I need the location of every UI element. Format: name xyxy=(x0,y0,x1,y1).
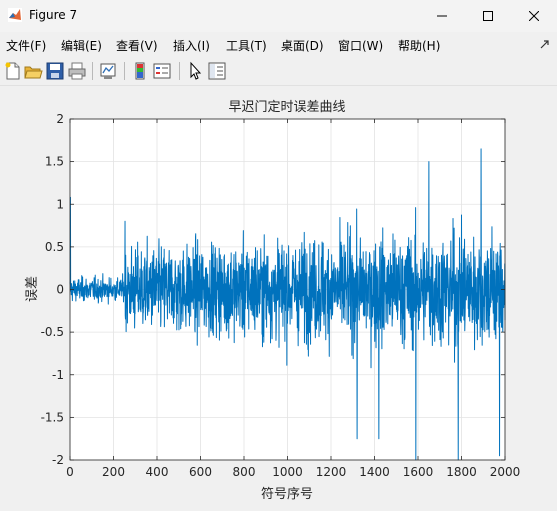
menu-tools[interactable]: 工具(T) xyxy=(226,37,267,54)
property-editor-icon[interactable] xyxy=(207,61,227,81)
maximize-icon xyxy=(483,11,493,21)
toolbar-separator xyxy=(179,62,180,80)
minimize-icon xyxy=(437,15,447,17)
y-tick-label: 2 xyxy=(56,112,64,126)
y-axis-label: 误差 xyxy=(25,276,40,302)
x-tick-label: 1400 xyxy=(359,465,390,479)
x-tick-label: 1000 xyxy=(272,465,303,479)
menu-desktop[interactable]: 桌面(D) xyxy=(281,37,324,54)
x-tick-label: 400 xyxy=(146,465,169,479)
x-tick-label: 600 xyxy=(189,465,212,479)
x-tick-labels: 0 200 400 600 800 1000 1200 1400 1600 1800 2000 xyxy=(66,465,520,479)
y-tick-label: -1 xyxy=(52,368,64,382)
chart-title: 早迟门定时误差曲线 xyxy=(228,100,345,115)
maximize-button[interactable] xyxy=(465,0,511,32)
x-tick-label: 800 xyxy=(233,465,256,479)
toolbar xyxy=(0,57,557,86)
link-plot-icon[interactable] xyxy=(98,61,118,81)
y-tick-label: -1.5 xyxy=(41,410,64,424)
menu-file[interactable]: 文件(F) xyxy=(6,37,46,54)
y-tick-label: 0 xyxy=(56,283,64,297)
y-tick-label: 0.5 xyxy=(45,240,64,254)
menu-insert[interactable]: 插入(I) xyxy=(173,37,210,54)
legend-icon[interactable] xyxy=(152,61,172,81)
minimize-button[interactable] xyxy=(419,0,465,32)
menu-edit[interactable]: 编辑(E) xyxy=(61,37,102,54)
x-axis-label: 符号序号 xyxy=(261,486,313,502)
title-bar: Figure 7 xyxy=(0,0,557,32)
dock-arrow-icon[interactable] xyxy=(539,38,551,50)
close-button[interactable] xyxy=(511,0,557,32)
open-file-icon[interactable] xyxy=(23,61,43,81)
x-tick-label: 1200 xyxy=(316,465,347,479)
x-tick-label: 200 xyxy=(102,465,125,479)
menu-view[interactable]: 查看(V) xyxy=(116,37,158,54)
menu-window[interactable]: 窗口(W) xyxy=(338,37,383,54)
print-icon[interactable] xyxy=(67,61,87,81)
close-icon xyxy=(529,11,539,21)
figure-canvas: 0 200 400 600 800 1000 1200 1400 1600 1800 2000 -2… xyxy=(0,86,557,507)
x-tick-label: 2000 xyxy=(490,465,521,479)
menu-bar: 文件(F) 编辑(E) 查看(V) 插入(I) 工具(T) 桌面(D) 窗口(W… xyxy=(0,33,557,55)
window-title: Figure 7 xyxy=(29,8,78,22)
cursor-icon[interactable] xyxy=(185,61,205,81)
y-tick-label: 1 xyxy=(56,197,64,211)
toolbar-separator xyxy=(124,62,125,80)
colorbar-icon[interactable] xyxy=(130,61,150,81)
toolbar-separator xyxy=(92,62,93,80)
menu-help[interactable]: 帮助(H) xyxy=(398,37,440,54)
y-tick-label: -2 xyxy=(52,453,64,467)
y-tick-label: -0.5 xyxy=(41,325,64,339)
x-tick-label: 1800 xyxy=(446,465,477,479)
x-tick-label: 1600 xyxy=(403,465,434,479)
save-icon[interactable] xyxy=(45,61,65,81)
matlab-icon xyxy=(8,8,22,22)
new-figure-icon[interactable] xyxy=(3,61,23,81)
x-tick-label: 0 xyxy=(66,465,74,479)
y-tick-label: 1.5 xyxy=(45,155,64,169)
y-tick-labels: -2 -1.5 -1 -0.5 0 0.5 1 1.5 2 xyxy=(41,112,64,467)
axes-chart[interactable]: 0 200 400 600 800 1000 1200 1400 1600 1800 2000 -2… xyxy=(0,86,557,507)
